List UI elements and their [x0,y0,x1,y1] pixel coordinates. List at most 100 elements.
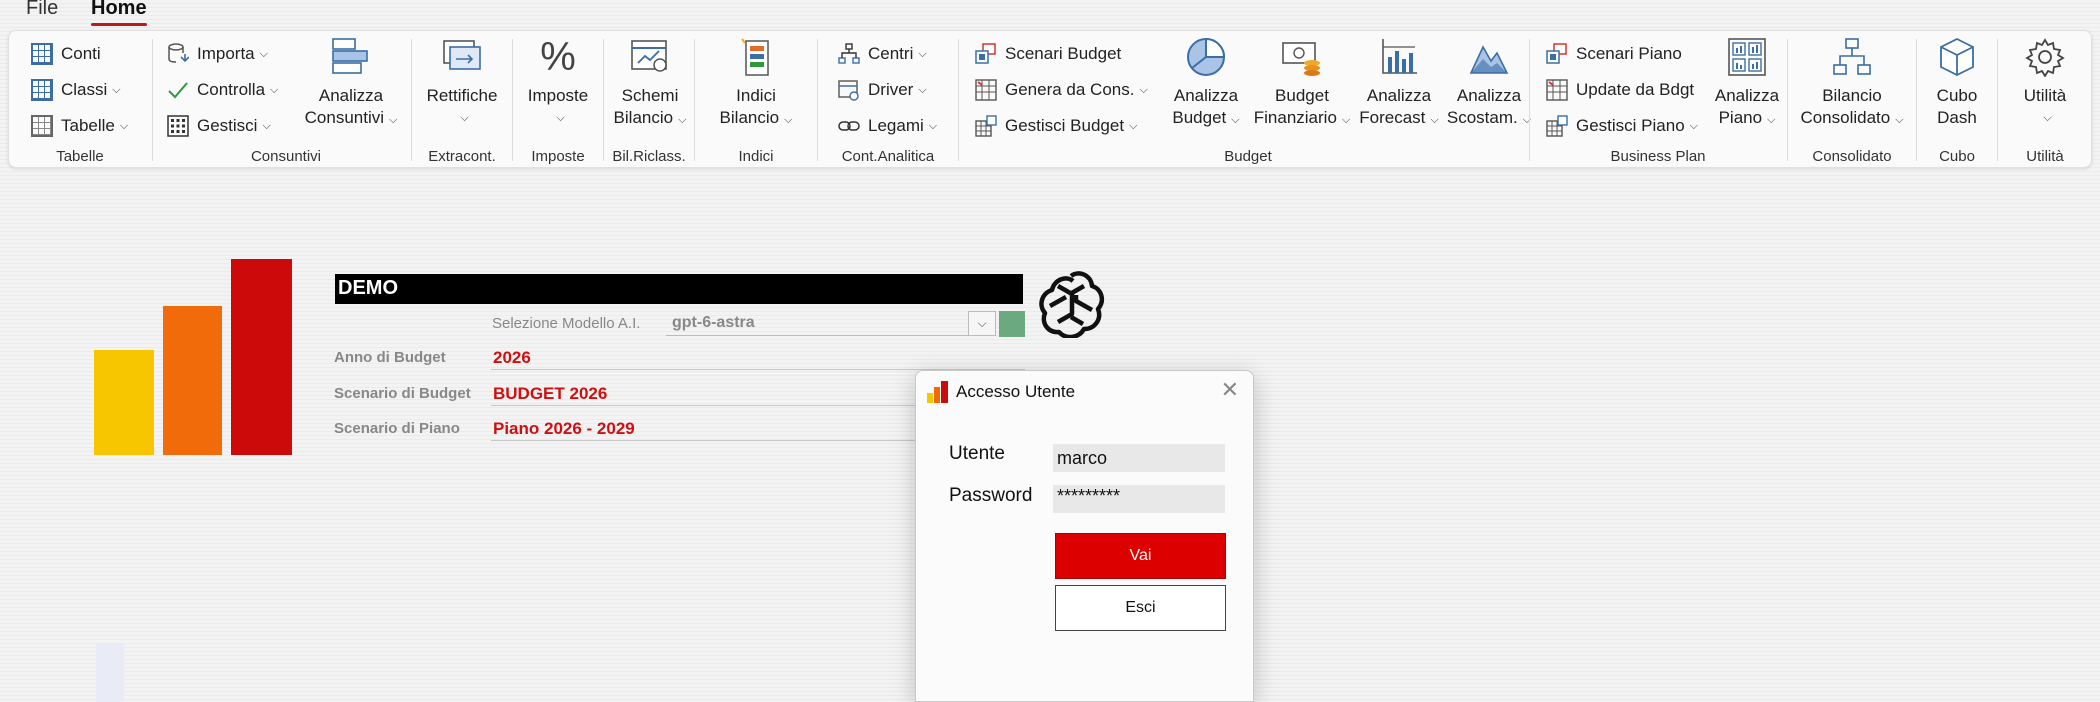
update-da-bdgt-button[interactable]: Update da Bdgt [1546,75,1694,105]
classi-button[interactable]: Classi ⌵ [31,75,121,105]
imposte-label: Imposte [527,86,589,105]
scenari-piano-button[interactable]: Scenari Piano [1546,39,1682,69]
chevron-down-icon: ⌵ [119,119,129,132]
utilita-button[interactable]: Utilità ⌵ [2010,37,2080,129]
group-consuntivi: Importa ⌵ Controlla ⌵ Gestisci ⌵ Analizza C… [153,31,419,169]
model-value: gpt-6-astra [672,314,755,331]
budget-label: Budget [1172,108,1227,127]
password-field[interactable]: ********* [1053,485,1225,513]
menu-home[interactable]: Home [91,0,147,26]
app-logo-icon [926,381,950,403]
hierarchy-icon [1832,37,1872,77]
dialog-title: Accesso Utente [956,382,1076,401]
scenario-piano-underline [491,440,915,441]
utente-field[interactable] [1053,444,1225,472]
forecast-label: Forecast [1359,108,1426,127]
consolidato-label: Consolidato [1800,108,1891,127]
legami-label: Legami [868,116,924,135]
chevron-down-icon: ⌵ [918,83,927,96]
group-utilita: Utilità ⌵ Utilità [1998,31,2092,169]
bilancio-consolidato-button[interactable]: Bilancio Consolidato ⌵ [1794,37,1910,131]
database-icon [167,43,190,65]
analizza-forecast-button[interactable]: Analizza Forecast ⌵ [1356,37,1442,131]
gestisci-piano-button[interactable]: Gestisci Piano ⌵ [1546,111,1698,141]
group-label-consuntivi: Consuntivi [250,148,322,165]
consuntivi-label: Consuntivi [304,108,385,127]
analizza-label: Analizza [1173,86,1239,105]
chevron-down-icon: ⌵ [784,114,793,126]
gestisci-budget-button[interactable]: Gestisci Budget ⌵ [975,111,1137,141]
group-label-consolidato: Consolidato [1812,148,1892,165]
controlla-button[interactable]: Controlla ⌵ [167,75,278,105]
importa-label: Importa [197,44,255,63]
bar-chart-horizontal-icon [331,37,371,77]
analizza-consuntivi-button[interactable]: Analizza Consuntivi ⌵ [301,37,401,131]
analizza-label: Analizza [1366,86,1432,105]
driver-button[interactable]: Driver ⌵ [838,75,927,105]
vai-button[interactable]: Vai [1055,533,1226,579]
schemi-bilancio-button[interactable]: Schemi Bilancio ⌵ [610,37,690,131]
group-label-extracont: Extracont. [428,148,496,165]
model-select[interactable]: gpt-6-astra ⌵ [666,311,996,336]
scenario-icon [975,43,997,65]
rettifiche-button[interactable]: Rettifiche ⌵ [416,37,508,129]
chevron-down-icon: ⌵ [1895,114,1904,126]
legami-button[interactable]: Legami ⌵ [838,111,937,141]
close-icon[interactable]: ✕ [1221,377,1239,403]
chevron-down-icon: ⌵ [259,47,268,60]
cube-icon [1937,37,1977,77]
chevron-down-icon: ⌵ [270,83,279,96]
analizza-budget-button[interactable]: Analizza Budget ⌵ [1164,37,1248,131]
chevron-down-icon: ⌵ [389,114,398,126]
chevron-down-icon: ⌵ [1430,114,1439,126]
tabelle-label: Tabelle [61,116,115,135]
conti-button[interactable]: Conti [31,39,101,69]
cubo-label: Cubo [1936,86,1978,105]
utente-label: Utente [949,443,1005,464]
bottom-strip [96,644,124,702]
importa-button[interactable]: Importa ⌵ [167,39,268,69]
scenari-budget-label: Scenari Budget [1005,44,1122,63]
analizza-scostam-button[interactable]: Analizza Scostam. ⌵ [1446,37,1532,131]
logo-bar-orange [163,306,222,455]
scenario-budget-label: Scenario di Budget [334,385,471,402]
schemi-label: Schemi [621,86,679,105]
scenario-icon [1546,43,1568,65]
indici-bilancio-button[interactable]: Indici Bilancio ⌵ [713,37,799,131]
forecast-chart-icon [1379,37,1419,77]
budget-label: Budget [1275,86,1329,105]
chevron-down-icon[interactable]: ⌵ [968,311,996,336]
gestisci-consuntivi-button[interactable]: Gestisci ⌵ [167,111,271,141]
gear-icon [2025,37,2065,78]
imposte-button[interactable]: % Imposte ⌵ [519,37,597,129]
logo-bar-yellow [94,350,154,455]
table-icon [31,79,53,101]
esci-button[interactable]: Esci [1055,585,1226,631]
menu-file[interactable]: File [26,0,58,20]
budget-finanziario-button[interactable]: Budget Finanziario ⌵ [1250,37,1354,131]
model-confirm-button[interactable] [999,311,1025,337]
chevron-down-icon: ⌵ [918,47,927,60]
centri-button[interactable]: Centri ⌵ [838,39,927,69]
conti-label: Conti [61,44,101,63]
controlla-label: Controlla [197,80,266,99]
group-cubo: Cubo Dash Cubo [1917,31,1997,169]
group-label-imposte: Imposte [531,148,585,165]
adjust-window-icon [442,37,482,77]
scenario-piano-label: Scenario di Piano [334,420,460,437]
group-tabelle: Conti Classi ⌵ Tabelle ⌵ Tabelle [9,31,151,169]
dashboard-grid-icon [1727,37,1767,77]
tabelle-button[interactable]: Tabelle ⌵ [31,111,128,141]
rettifiche-label: Rettifiche [426,86,498,105]
genera-da-cons-button[interactable]: Genera da Cons. ⌵ [975,75,1148,105]
group-bilriclass: Schemi Bilancio ⌵ Bil.Riclass. [604,31,694,169]
model-label: Selezione Modello A.I. [492,315,641,332]
cubo-dash-button[interactable]: Cubo Dash [1923,37,1991,129]
utilita-label: Utilità [2023,86,2067,105]
scenari-budget-button[interactable]: Scenari Budget [975,39,1121,69]
percent-icon: % [540,35,576,79]
scenari-piano-label: Scenari Piano [1576,44,1682,63]
gestisci-piano-label: Gestisci Piano [1576,116,1685,135]
analizza-piano-button[interactable]: Analizza Piano ⌵ [1710,37,1784,131]
genera-label: Genera da Cons. [1005,80,1135,99]
